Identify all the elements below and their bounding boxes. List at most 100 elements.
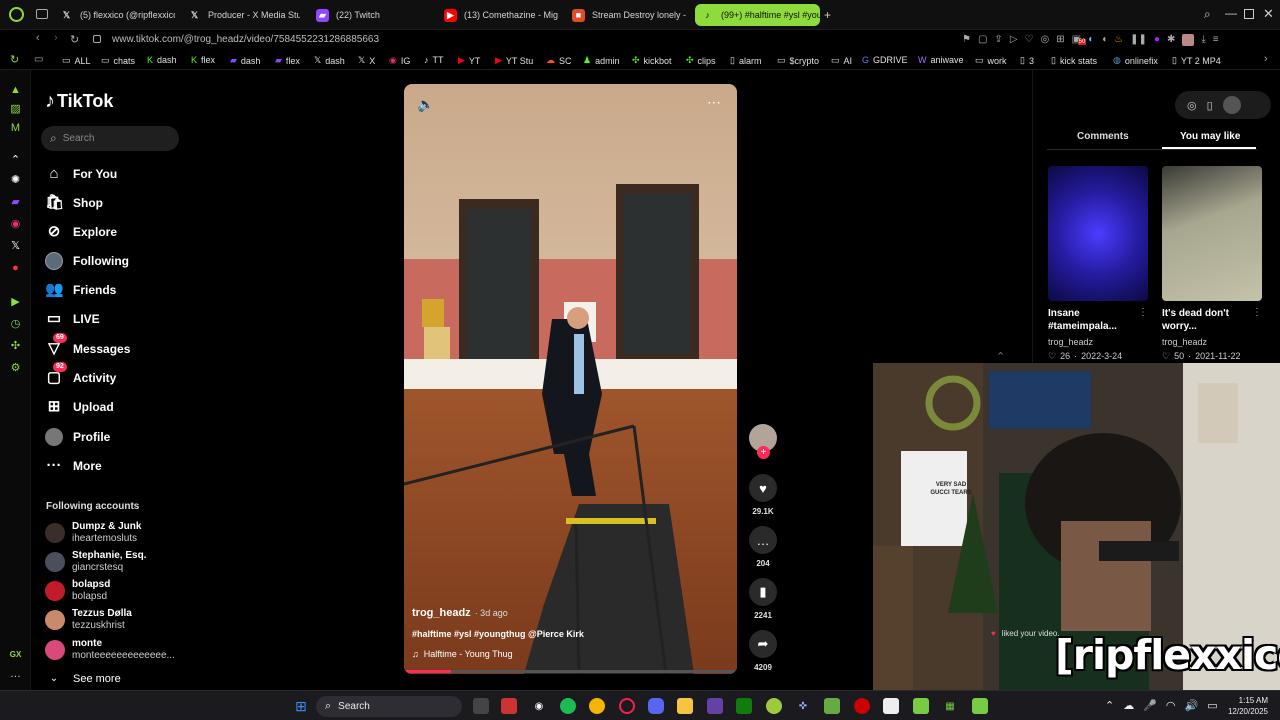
bookmark-dash[interactable]: Kdash xyxy=(147,55,177,65)
play-icon[interactable]: ▷ xyxy=(1010,34,1018,46)
bookmark-alarm[interactable]: ▯ alarm xyxy=(730,55,761,66)
video-progress-bar[interactable] xyxy=(404,670,737,673)
settings-icon[interactable]: ⚙ xyxy=(9,362,22,375)
youtube-music-icon[interactable]: ● xyxy=(9,262,22,275)
bookmark-page-icon[interactable]: ⚑ xyxy=(962,34,971,46)
minimize-button[interactable]: — xyxy=(1225,6,1237,20)
twitch-icon[interactable]: ▰ xyxy=(9,196,22,209)
tiktok-logo[interactable]: ♪ TikTok xyxy=(45,90,113,113)
video-sound[interactable]: Halftime - Young Thug xyxy=(424,649,513,659)
snapshot-icon[interactable]: ▢ xyxy=(978,34,987,46)
search-box[interactable]: ⌕ Search xyxy=(41,126,179,151)
gx-control-icon[interactable]: ▲ xyxy=(9,84,22,97)
gamepad-icon[interactable]: ✜ xyxy=(795,698,811,714)
chatgpt-icon[interactable]: ✺ xyxy=(9,174,22,187)
download-icon[interactable]: ⤓ xyxy=(1201,34,1205,46)
nav-explore[interactable]: ⊘ Explore xyxy=(45,223,117,241)
nav-activity[interactable]: ▢ 92 Activity xyxy=(45,362,116,387)
windows-start-icon[interactable]: ⊞ xyxy=(293,698,309,714)
bookmark-yt-studio[interactable]: ▶ YT Stu xyxy=(495,55,533,66)
x-icon[interactable]: 𝕏 xyxy=(9,240,22,253)
view-mode-toggle[interactable]: ◎ ▯ xyxy=(1175,91,1271,119)
task-view-icon[interactable] xyxy=(473,698,489,714)
gx-mods-icon[interactable]: M xyxy=(9,122,22,135)
menu-icon[interactable]: ≡ xyxy=(1213,34,1219,46)
tab-kick-stream[interactable]: ■ Stream Destroy lonely - Ki xyxy=(572,4,687,26)
gx-app-icon[interactable]: ⌃ xyxy=(9,154,22,167)
nav-shop[interactable]: 🛍 Shop xyxy=(45,194,103,212)
nav-messages[interactable]: ▽ 69 Messages xyxy=(45,333,130,358)
history-icon[interactable]: ◷ xyxy=(9,318,22,331)
nav-live[interactable]: ▭ LIVE xyxy=(45,310,100,328)
bookmark-gdrive[interactable]: G GDRIVE xyxy=(862,55,908,65)
bookmark-crypto[interactable]: ▭ $crypto xyxy=(777,55,819,66)
wifi-icon[interactable]: ◠ xyxy=(1166,699,1176,712)
record-icon[interactable] xyxy=(854,698,870,714)
video-player[interactable]: 🔈 ⋯ trog_headz · 3d ago #halftime #ysl #… xyxy=(404,84,737,674)
app-icon[interactable] xyxy=(707,698,723,714)
flame-icon[interactable]: ♨ xyxy=(1114,34,1123,46)
comment-button[interactable]: … 204 xyxy=(749,526,777,568)
close-window-button[interactable]: ✕ xyxy=(1263,6,1274,22)
nav-for-you[interactable]: ⌂ For You xyxy=(45,165,117,183)
bookmark-all[interactable]: ▭ ALL xyxy=(62,55,91,66)
instagram-icon[interactable]: ◉ xyxy=(9,218,22,231)
share-button[interactable]: ➦ 4209 xyxy=(749,630,777,672)
new-tab-button[interactable]: + xyxy=(824,8,831,22)
discord-icon[interactable] xyxy=(648,698,664,714)
bookmark-admin[interactable]: ♟ admin xyxy=(583,55,620,66)
video-more-options-icon[interactable]: ⋯ xyxy=(707,94,721,111)
app-icon[interactable] xyxy=(972,698,988,714)
see-more-button[interactable]: ⌄ See more xyxy=(45,670,121,688)
maximize-button[interactable] xyxy=(1244,9,1254,19)
bookmark-work[interactable]: ▭ work xyxy=(975,55,1007,66)
battery-icon[interactable]: ▭ xyxy=(1207,699,1217,712)
bookmark-sc[interactable]: ☁ SC xyxy=(546,55,572,66)
heart-icon[interactable]: ♡ xyxy=(1025,34,1034,46)
bookmark-kick-stats[interactable]: ▯ kick stats xyxy=(1051,55,1097,66)
share-icon[interactable]: ⇪ xyxy=(994,34,1002,46)
bookmark-tt[interactable]: ♪ TT xyxy=(424,55,444,65)
volume-icon[interactable]: 🔊 xyxy=(1185,699,1199,712)
bookmark-aniwave[interactable]: Waniwave xyxy=(918,55,964,65)
bookmark-ai[interactable]: ▭ AI xyxy=(831,55,852,66)
app-icon[interactable] xyxy=(913,698,929,714)
obs-icon[interactable]: ◉ xyxy=(531,698,547,714)
folder-icon[interactable]: ▭ xyxy=(34,54,43,65)
app-icon[interactable] xyxy=(766,698,782,714)
nav-upload[interactable]: ⊞ Upload xyxy=(45,398,114,416)
video-author[interactable]: trog_headz xyxy=(412,607,471,619)
bookmark-yt2mp4[interactable]: ▯ YT 2 MP4 xyxy=(1172,55,1221,66)
nav-following[interactable]: Following xyxy=(45,252,129,270)
nav-friends[interactable]: 👥 Friends xyxy=(45,281,116,299)
gx-corner-icon[interactable]: ▨ xyxy=(9,103,22,116)
clock[interactable]: 1:15 AM 12/20/2025 xyxy=(1224,695,1268,717)
following-account[interactable]: bolapsd bolapsd xyxy=(45,579,110,602)
tab-manager-icon[interactable] xyxy=(36,9,48,19)
speed-dial-icon[interactable]: ↻ xyxy=(10,53,19,66)
following-account[interactable]: Dumpz & Junk iheartemosluts xyxy=(45,521,141,544)
nav-profile[interactable]: Profile xyxy=(45,428,110,446)
player-icon[interactable]: ▶ xyxy=(9,296,22,309)
more-bookmarks-chevron-icon[interactable]: › xyxy=(1264,53,1268,65)
tab-tiktok-active[interactable]: ♪ (99+) #halftime #ysl #you xyxy=(695,4,820,26)
opera-gx-icon[interactable] xyxy=(619,698,635,714)
xbox-icon[interactable] xyxy=(736,698,752,714)
following-account[interactable]: Tezzus Dølla tezzuskhrist xyxy=(45,608,132,631)
nav-more[interactable]: ··· More xyxy=(45,457,102,475)
tab-x-media-studio[interactable]: 𝕏Producer - X Media Studio xyxy=(188,4,300,26)
forward-button[interactable]: › xyxy=(54,32,58,44)
pause-icon[interactable]: ❚❚ xyxy=(1130,34,1147,46)
bookmark-onlinefix[interactable]: ◍ onlinefix xyxy=(1113,55,1158,66)
tab-you-may-like[interactable]: You may like xyxy=(1180,131,1240,142)
reload-button[interactable]: ↻ xyxy=(70,33,79,46)
user-avatar-icon[interactable] xyxy=(1182,34,1195,46)
video-card[interactable]: Insane #tameimpala... ⋮ trog_headz ♡ 26 · 20… xyxy=(1048,166,1148,362)
ext-badge-icon[interactable]: ▣ 50 xyxy=(1072,34,1087,46)
tab-comments[interactable]: Comments xyxy=(1077,131,1129,142)
app-icon[interactable] xyxy=(824,698,840,714)
taskbar-search[interactable]: ⌕ Search xyxy=(316,696,462,717)
like-button[interactable]: ♥ 29.1K xyxy=(749,474,777,516)
microphone-icon[interactable]: 🎤 xyxy=(1143,699,1157,712)
more-icon[interactable]: … xyxy=(9,668,22,681)
